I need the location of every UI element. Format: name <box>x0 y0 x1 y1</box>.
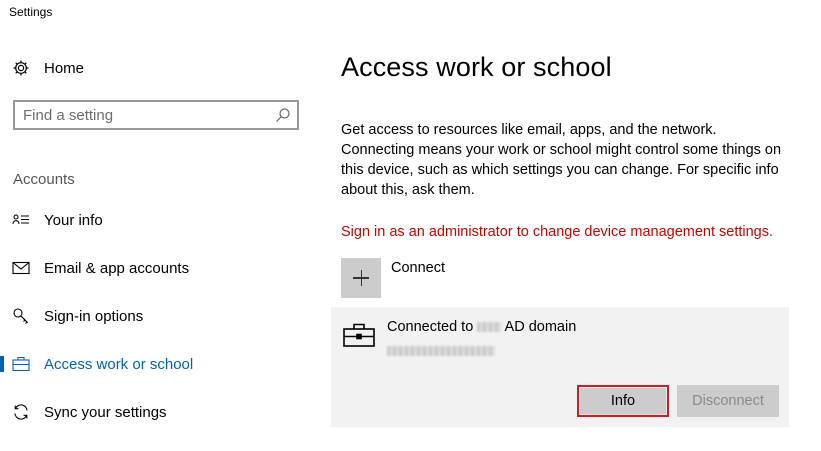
nav-item-label: Sign-in options <box>44 307 144 325</box>
mail-icon <box>12 259 30 277</box>
person-card-icon <box>12 211 30 229</box>
info-button[interactable]: Info <box>577 385 669 417</box>
account-title-suffix: AD domain <box>504 319 577 335</box>
nav-item-label: Access work or school <box>44 355 194 373</box>
work-account-card[interactable]: Connected to AD domain Info Disconnect <box>331 307 789 427</box>
connect-button[interactable]: Connect <box>341 258 445 298</box>
nav-item-label: Email & app accounts <box>44 259 190 277</box>
navigation-pane: Home Accounts Your info Email & app acco… <box>0 0 320 451</box>
search-input[interactable] <box>23 102 273 128</box>
account-subtitle-redacted <box>387 342 495 360</box>
redacted-domain-name <box>477 322 502 333</box>
disconnect-button[interactable]: Disconnect <box>677 385 779 417</box>
account-title-prefix: Connected to <box>387 319 474 335</box>
admin-sign-in-link[interactable]: Sign in as an administrator to change de… <box>341 224 773 240</box>
nav-item-sign-in-options[interactable]: Sign-in options <box>0 300 320 332</box>
key-icon <box>12 307 30 325</box>
nav-item-label: Sync your settings <box>44 403 167 421</box>
nav-item-email-app-accounts[interactable]: Email & app accounts <box>0 252 320 284</box>
page-title: Access work or school <box>341 52 612 82</box>
search-icon[interactable] <box>275 107 291 123</box>
nav-home[interactable]: Home <box>0 52 320 84</box>
nav-item-access-work-or-school[interactable]: Access work or school <box>0 348 320 380</box>
plus-icon[interactable] <box>341 258 381 298</box>
redacted-account-id <box>387 345 495 356</box>
search-box[interactable] <box>13 100 299 130</box>
briefcase-icon <box>12 355 30 373</box>
page-description: Get access to resources like email, apps… <box>341 122 782 198</box>
account-title: Connected to AD domain <box>387 319 576 335</box>
nav-item-label: Your info <box>44 211 103 229</box>
nav-home-label: Home <box>44 59 85 77</box>
sync-icon <box>12 403 30 421</box>
nav-item-your-info[interactable]: Your info <box>0 204 320 236</box>
gear-icon <box>12 59 30 77</box>
selection-indicator <box>0 356 4 372</box>
nav-item-sync-your-settings[interactable]: Sync your settings <box>0 396 320 428</box>
connect-label: Connect <box>391 260 446 276</box>
section-header-accounts: Accounts <box>13 171 75 188</box>
briefcase-icon <box>343 323 375 347</box>
